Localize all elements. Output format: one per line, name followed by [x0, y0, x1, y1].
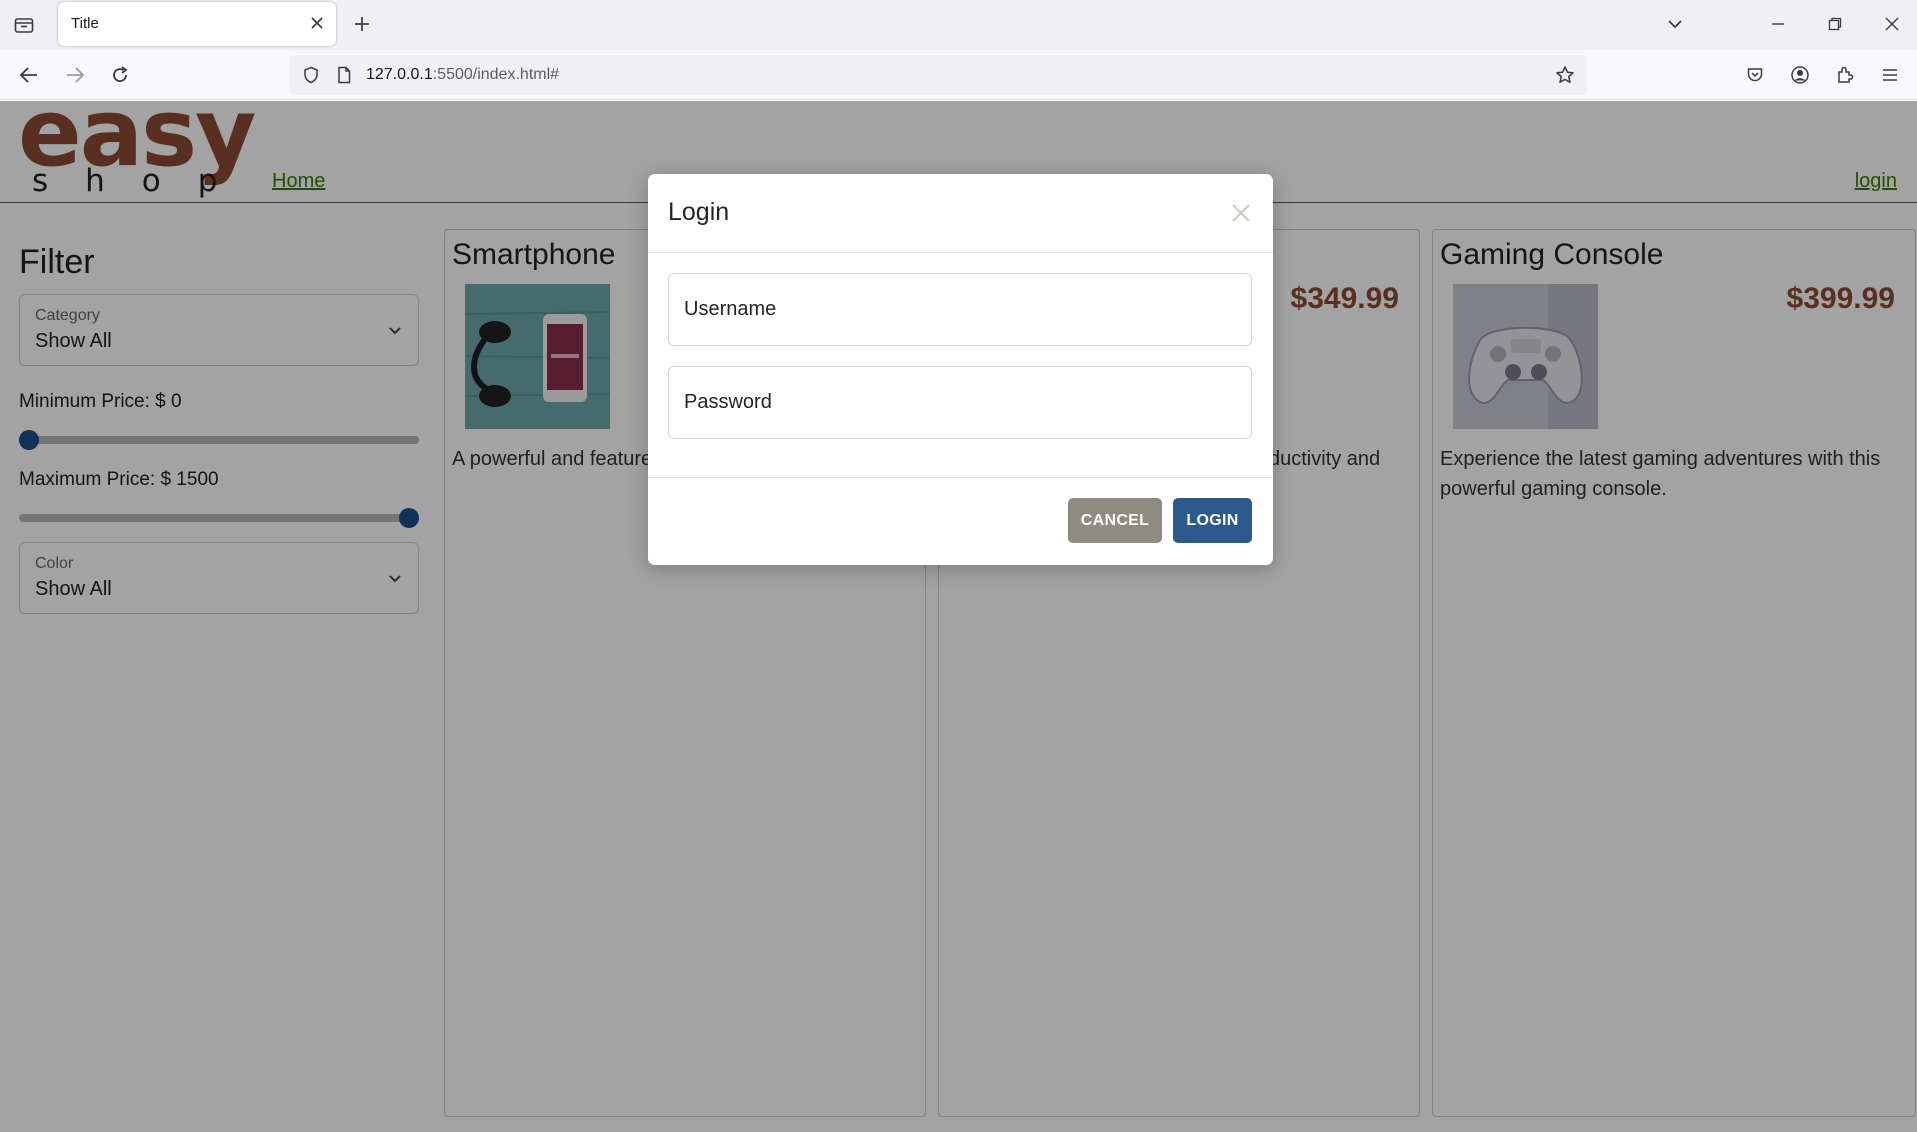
active-tab[interactable]: Title: [58, 2, 336, 46]
pocket-icon[interactable]: [1743, 63, 1767, 87]
password-input[interactable]: [669, 367, 1251, 438]
url-host: 127.0.0.1: [366, 66, 433, 83]
tab-title: Title: [71, 15, 99, 32]
account-icon[interactable]: [1788, 63, 1812, 87]
restore-icon[interactable]: [1823, 12, 1847, 36]
back-icon[interactable]: [16, 63, 42, 87]
login-button[interactable]: LOGIN: [1173, 498, 1252, 543]
close-icon[interactable]: [1226, 198, 1256, 228]
shield-icon[interactable]: [300, 64, 322, 86]
username-input[interactable]: [669, 274, 1251, 345]
minimize-icon[interactable]: [1766, 12, 1790, 36]
password-field[interactable]: [668, 366, 1252, 439]
reload-icon[interactable]: [107, 63, 133, 87]
modal-header: Login: [648, 174, 1273, 253]
tab-overflow-chevron-icon[interactable]: [1663, 12, 1687, 36]
close-icon[interactable]: [308, 14, 326, 32]
modal-title: Login: [668, 198, 730, 226]
extensions-icon[interactable]: [1833, 63, 1857, 87]
page-icon: [333, 64, 355, 86]
tab-list-icon[interactable]: [12, 14, 36, 36]
forward-icon[interactable]: [62, 63, 88, 87]
username-field[interactable]: [668, 273, 1252, 346]
window-close-icon[interactable]: [1880, 12, 1904, 36]
browser-tab-bar: Title: [0, 0, 1917, 50]
url-path: :5500/index.html#: [432, 66, 560, 83]
address-bar[interactable]: 127.0.0.1:5500/index.html#: [289, 55, 1587, 95]
star-icon[interactable]: [1554, 64, 1576, 86]
cancel-button[interactable]: CANCEL: [1068, 498, 1162, 543]
modal-footer: CANCEL LOGIN: [648, 477, 1273, 565]
new-tab-icon[interactable]: [350, 12, 374, 36]
url-text[interactable]: 127.0.0.1:5500/index.html#: [366, 66, 559, 84]
login-modal: Login CANCEL LOGIN: [648, 174, 1273, 565]
menu-icon[interactable]: [1878, 63, 1902, 87]
browser-nav-bar: 127.0.0.1:5500/index.html#: [0, 50, 1917, 100]
